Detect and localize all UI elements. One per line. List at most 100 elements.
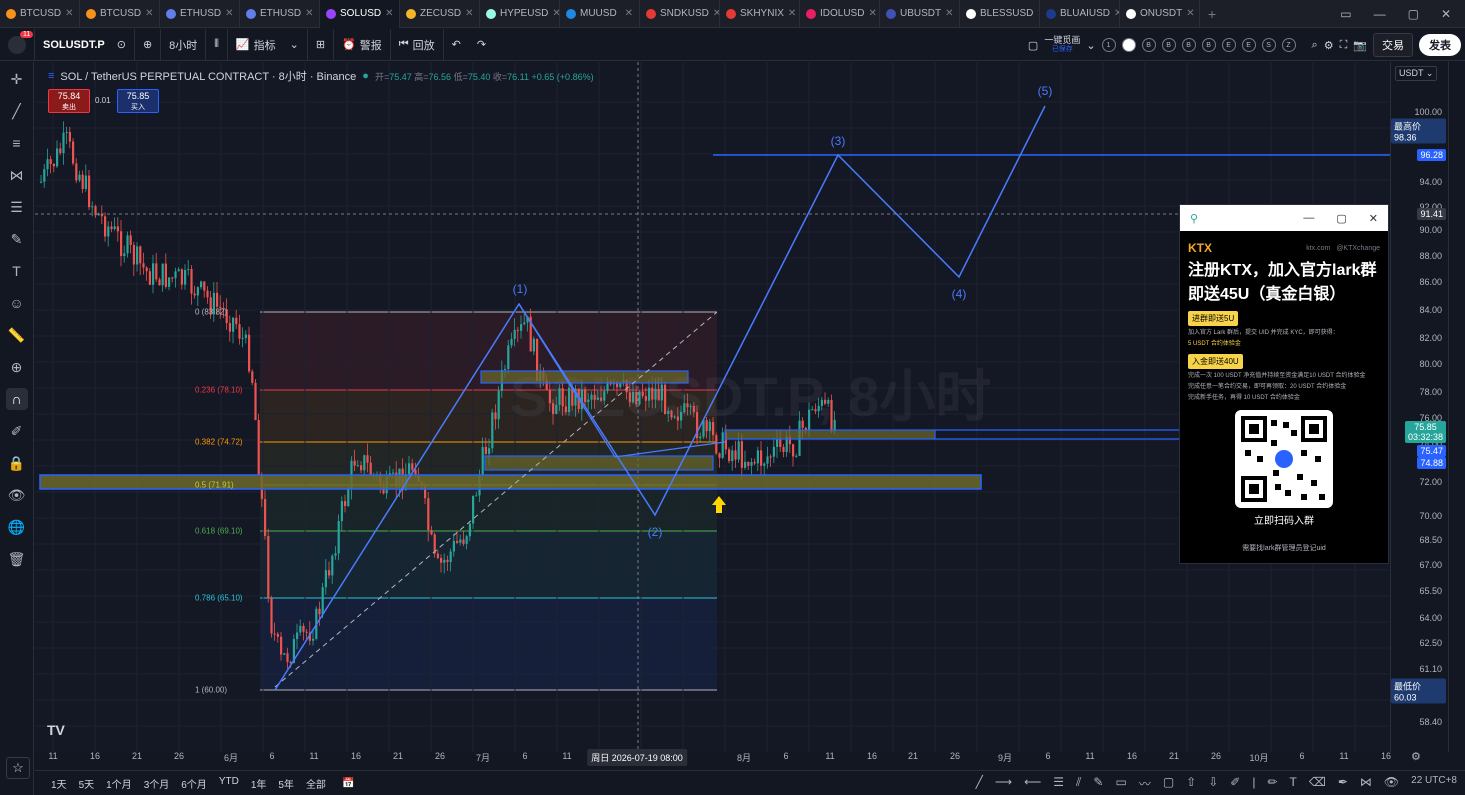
line-tool-icon[interactable]: ╱ — [976, 775, 983, 792]
ruler-icon[interactable]: 📏 — [6, 324, 28, 346]
tab-9[interactable]: SKHYNIX ✕ — [720, 0, 800, 28]
ray-tool-icon[interactable]: ⟶ — [995, 775, 1012, 792]
legend-title[interactable]: SOL / TetherUS PERPETUAL CONTRACT · 8小时 … — [60, 68, 356, 84]
interval-button[interactable]: 8小时 — [161, 28, 207, 61]
brush-icon[interactable]: ✐ — [1230, 775, 1240, 792]
pattern-icon[interactable]: ⋈ — [6, 164, 28, 186]
tab-close-icon[interactable]: ✕ — [305, 8, 313, 19]
redo-button[interactable]: ↷ — [469, 29, 494, 61]
tab-close-icon[interactable]: ✕ — [788, 8, 796, 19]
pattern-tool-icon[interactable]: ⋈ — [1360, 775, 1372, 792]
text-tool-icon[interactable]: T — [1290, 775, 1297, 792]
qr-code[interactable] — [1235, 410, 1333, 508]
compare-button[interactable]: ⊕ — [135, 28, 162, 61]
interval-e2-icon[interactable]: E — [1241, 38, 1256, 52]
maximize-icon[interactable]: ▢ — [1408, 7, 1419, 21]
range-7[interactable]: 5年 — [272, 776, 300, 791]
range-8[interactable]: 全部 — [300, 776, 332, 791]
price-axis[interactable]: USDT ⌄ 100.00 94.00 92.00 90.00 88.00 86.00 84… — [1390, 62, 1448, 752]
text-icon[interactable]: T — [6, 260, 28, 282]
lines-icon[interactable]: ☰ — [1053, 775, 1064, 792]
interval-b3-icon[interactable]: B — [1181, 38, 1196, 52]
ad-maximize-icon[interactable]: ▢ — [1336, 212, 1346, 225]
range-3[interactable]: 3个月 — [138, 776, 176, 791]
settings-icon[interactable]: ⚙ — [1324, 39, 1334, 52]
publish-button[interactable]: 发表 — [1419, 34, 1461, 56]
rect-icon[interactable]: ▢ — [1163, 775, 1174, 792]
symbol-search-button[interactable]: SOLUSDT.P ⊙ — [35, 28, 135, 61]
vertical-line-icon[interactable]: | — [1252, 775, 1255, 792]
tab-10[interactable]: IDOLUSD ✕ — [800, 0, 880, 28]
zigzag-icon[interactable]: 〰 — [1139, 775, 1151, 792]
tab-close-icon[interactable]: ✕ — [552, 8, 559, 19]
emoji-icon[interactable]: ☺ — [6, 292, 28, 314]
tab-7[interactable]: MUUSD ✕ — [560, 0, 640, 28]
close-window-icon[interactable]: ✕ — [1441, 7, 1451, 21]
interval-s-icon[interactable]: S — [1261, 38, 1276, 52]
tab-close-icon[interactable]: ✕ — [65, 8, 73, 19]
trash-icon[interactable]: 🗑 — [6, 548, 28, 570]
ad-close-icon[interactable]: ✕ — [1369, 212, 1378, 225]
indicators-button[interactable]: 📈 指标 ⌄ — [228, 28, 308, 61]
tab-close-icon[interactable]: ✕ — [145, 8, 153, 19]
interval-e-icon[interactable]: E — [1221, 38, 1236, 52]
tab-13[interactable]: BLUAIUSD✕ — [1040, 0, 1120, 28]
tab-close-icon[interactable]: ✕ — [625, 8, 633, 19]
time-axis[interactable]: 11 16 21 26 6月 6 11 16 21 26 7月 6 11 8月 6 11 16 21 26 9月 6 11… — [35, 745, 1391, 767]
eye-icon[interactable]: 👁 — [6, 484, 28, 506]
eye-tool-icon[interactable]: 👁 — [1384, 775, 1399, 792]
arrow-left-icon[interactable]: ⟵ — [1024, 775, 1041, 792]
fullscreen-icon[interactable]: ⛶ — [1340, 39, 1348, 52]
templates-button[interactable]: ⊞ — [308, 28, 335, 61]
buy-price-box[interactable]: 75.85 买入 — [117, 89, 159, 113]
pencil-icon[interactable]: ✏ — [1267, 775, 1277, 792]
alert-button[interactable]: ⏰ 警报 — [334, 28, 391, 61]
tab-1[interactable]: BTCUSD ✕ — [80, 0, 160, 28]
interval-b-icon[interactable]: B — [1141, 38, 1156, 52]
sell-price-box[interactable]: 75.84 卖出 — [48, 89, 90, 113]
trade-button[interactable]: 交易 — [1373, 33, 1413, 57]
range-5[interactable]: YTD — [213, 776, 245, 791]
interval-1-icon[interactable]: 1 — [1101, 38, 1116, 52]
interval-b2-icon[interactable]: B — [1161, 38, 1176, 52]
tab-0[interactable]: BTCUSD ✕ — [0, 0, 80, 28]
tab-close-icon[interactable]: ✕ — [385, 8, 393, 19]
tab-2[interactable]: ETHUSD ✕ — [160, 0, 240, 28]
toggle-active-icon[interactable] — [1121, 38, 1136, 52]
horizontal-lines-icon[interactable]: ≡ — [6, 132, 28, 154]
interval-z-icon[interactable]: Z — [1281, 38, 1296, 52]
tab-6[interactable]: HYPEUSD ✕ — [480, 0, 560, 28]
fib-icon[interactable]: ☰ — [6, 196, 28, 218]
tab-3[interactable]: ETHUSD ✕ — [240, 0, 320, 28]
search-icon[interactable]: ⌕ — [1312, 39, 1318, 52]
favorites-star-icon[interactable]: ☆ — [6, 757, 30, 779]
currency-select[interactable]: USDT ⌄ — [1395, 66, 1438, 81]
new-tab-button[interactable]: + — [1200, 6, 1224, 22]
axis-settings-icon[interactable]: ⚙ — [1411, 750, 1421, 763]
pen-icon[interactable]: ✎ — [1093, 775, 1103, 792]
lock-icon[interactable]: 🔒 — [6, 452, 28, 474]
timezone-label[interactable]: 22 UTC+8 — [1411, 775, 1457, 792]
tab-5[interactable]: ZECUSD ✕ — [400, 0, 480, 28]
range-6[interactable]: 1年 — [245, 776, 273, 791]
tab-11[interactable]: UBUSDT ✕ — [880, 0, 960, 28]
tab-close-icon[interactable]: ✕ — [868, 8, 876, 19]
range-2[interactable]: 1个月 — [100, 776, 138, 791]
channel-icon[interactable]: ⫽ — [1076, 775, 1081, 792]
crosshair-icon[interactable]: ✛ — [6, 68, 28, 90]
avatar-button[interactable]: 11 — [0, 28, 35, 61]
tab-close-icon[interactable]: ✕ — [465, 8, 473, 19]
brush-icon[interactable]: ✎ — [6, 228, 28, 250]
range-4[interactable]: 6个月 — [175, 776, 213, 791]
tab-close-icon[interactable]: ✕ — [225, 8, 233, 19]
tab-close-icon[interactable]: ✕ — [945, 8, 953, 19]
callout-icon[interactable]: ▭ — [1115, 775, 1126, 792]
eraser-icon[interactable]: ⌫ — [1309, 775, 1326, 792]
tab-12[interactable]: BLESSUSD✕ — [960, 0, 1040, 28]
globe-icon[interactable]: 🌐 — [6, 516, 28, 538]
arrow-up-icon[interactable]: ⇧ — [1186, 775, 1196, 792]
range-1[interactable]: 5天 — [73, 776, 101, 791]
window-layout-icon[interactable]: ▭ — [1340, 7, 1351, 21]
tab-8[interactable]: SNDKUSD ✕ — [640, 0, 720, 28]
tab-4[interactable]: SOLUSD ✕ — [320, 0, 400, 28]
